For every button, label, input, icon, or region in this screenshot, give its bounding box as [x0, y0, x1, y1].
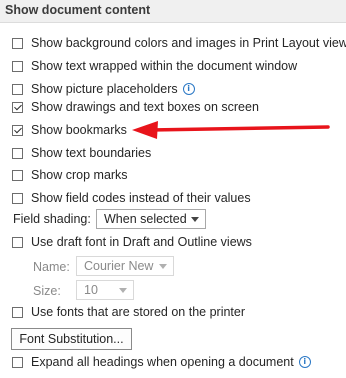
- red-arrow: [132, 121, 330, 139]
